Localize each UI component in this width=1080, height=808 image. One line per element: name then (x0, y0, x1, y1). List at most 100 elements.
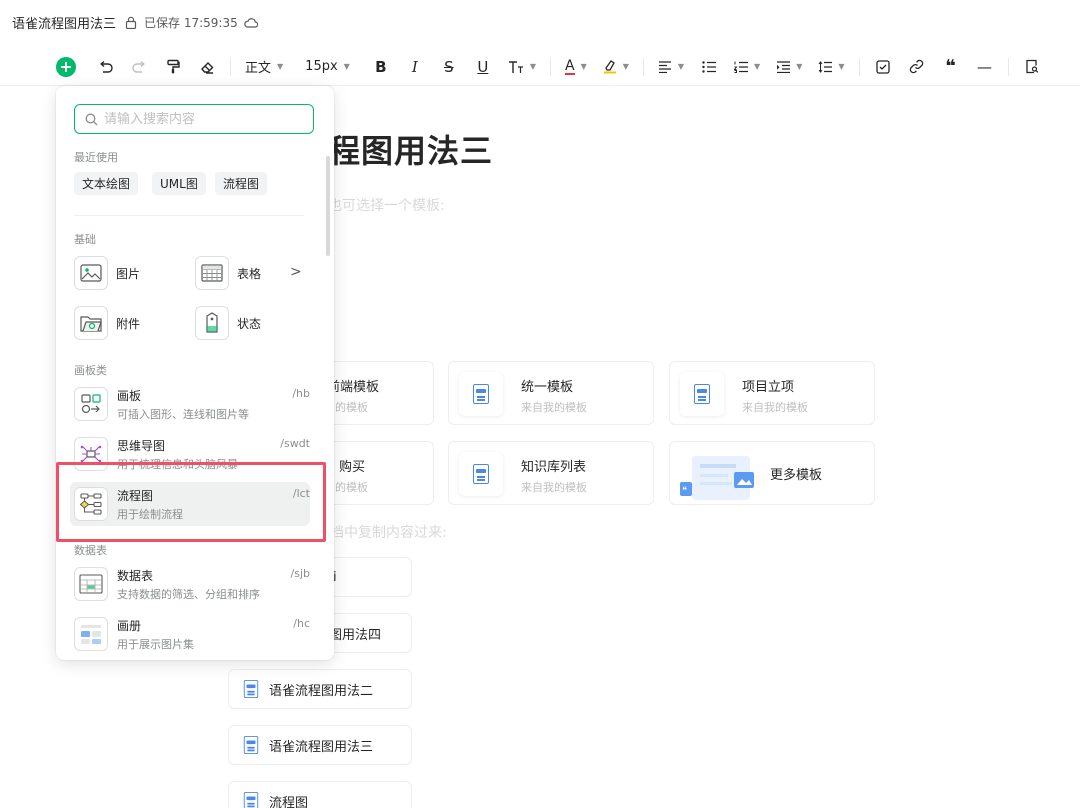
indent-button[interactable]: ▼ (772, 53, 806, 81)
menu-search-box[interactable] (74, 104, 314, 134)
caret-down-icon: ▼ (277, 62, 284, 71)
menu-divider (74, 215, 304, 216)
caret-down-icon: ▼ (796, 62, 803, 71)
font-color-button[interactable]: A ▼ (561, 53, 591, 81)
find-button[interactable] (1019, 53, 1045, 81)
template-source: 的模板 (335, 401, 368, 414)
item-label: 附件 (116, 316, 141, 331)
paint-brush-icon (167, 59, 180, 74)
underline-button[interactable]: U (470, 53, 496, 81)
board-section-label: 画板类 (74, 364, 107, 377)
chevron-right-icon[interactable]: > (290, 264, 302, 280)
insert-datatable-item[interactable]: 数据表 支持数据的筛选、分组和排序 /sjb (70, 562, 310, 606)
template-source: 来自我的模板 (742, 401, 808, 414)
recent-doc-item[interactable]: 流程图 (228, 781, 412, 808)
recent-doc-title: 语雀流程图用法三 (269, 739, 374, 755)
editor-toolbar: + 正文 ▼ 15px ▼ B I S U ▼ A ▼ ▼ ▼ ▼ ▼ ▼ ❝ … (0, 48, 1080, 86)
document-icon (473, 464, 489, 484)
redo-button[interactable] (126, 53, 152, 81)
recent-item-text-drawing[interactable]: 文本绘图 (74, 172, 139, 195)
format-painter-button[interactable] (160, 53, 186, 81)
basic-section-label: 基础 (74, 233, 96, 246)
checkbox-icon (875, 59, 890, 74)
title-bar: 语雀流程图用法三 已保存 17:59:35 (0, 0, 1080, 44)
italic-button[interactable]: I (402, 53, 428, 81)
insert-table-item[interactable]: 表格 (195, 256, 261, 290)
ordered-list-button[interactable]: ▼ (730, 53, 764, 81)
recent-doc-item[interactable]: 语雀流程图用法三 (228, 725, 412, 765)
document-icon (473, 384, 489, 404)
insert-status-item[interactable]: 状态 (195, 306, 261, 340)
insert-attachment-item[interactable]: 附件 (74, 306, 140, 340)
template-card[interactable]: 知识库列表 来自我的模板 (448, 441, 654, 505)
item-title: 画册 (117, 619, 142, 633)
search-input[interactable] (104, 111, 304, 127)
item-title: 思维导图 (117, 439, 166, 453)
line-height-button[interactable]: ▼ (814, 53, 848, 81)
highlight-color-button[interactable]: ▼ (599, 53, 633, 81)
document-title[interactable]: 语雀流程图用法三 (12, 13, 116, 32)
template-name: 统一模板 (521, 380, 574, 395)
clear-format-button[interactable] (194, 53, 220, 81)
template-hint: 也可选择一个模板: (328, 198, 445, 214)
caret-down-icon: ▼ (677, 62, 685, 71)
item-description: 用于绘制流程 (117, 508, 183, 521)
item-title: 数据表 (117, 569, 154, 583)
document-heading[interactable]: 程图用法三 (328, 126, 493, 172)
insert-flowchart-item[interactable]: 流程图 用于绘制流程 /lct (70, 482, 310, 526)
template-card[interactable]: 统一模板 来自我的模板 (448, 361, 654, 425)
text-style-select[interactable]: 正文 ▼ (241, 53, 287, 81)
toolbar-divider (858, 57, 860, 76)
caret-down-icon: ▼ (754, 62, 761, 71)
templates-illustration-icon: ❝ (680, 456, 754, 500)
indent-icon (777, 60, 791, 73)
item-shortcut: /lct (292, 487, 310, 500)
data-section-label: 数据表 (74, 544, 107, 557)
svg-text:❝: ❝ (682, 486, 687, 496)
template-name: 前端模板 (327, 380, 380, 395)
recent-doc-item[interactable]: 语雀流程图用法二 (228, 669, 412, 709)
recent-doc-title: 图用法四 (329, 627, 382, 643)
link-button[interactable] (904, 53, 930, 81)
recent-item-flowchart[interactable]: 流程图 (215, 172, 268, 195)
template-name: 知识库列表 (521, 460, 587, 475)
redo-icon (131, 60, 145, 73)
template-source: 来自我的模板 (521, 401, 587, 414)
highlighter-icon (603, 60, 616, 74)
search-icon (85, 113, 98, 125)
insert-gallery-item[interactable]: 画册 用于展示图片集 /hc (70, 612, 310, 656)
font-color-icon: A (564, 57, 575, 75)
align-button[interactable]: ▼ (654, 53, 688, 81)
lock-icon[interactable] (124, 15, 138, 29)
template-icon (459, 372, 503, 416)
insert-mindmap-item[interactable]: 思维导图 用于梳理信息和头脑风暴 /swdt (70, 432, 310, 476)
text-effects-button[interactable]: ▼ (504, 53, 540, 81)
save-status: 已保存 17:59:35 (144, 15, 238, 30)
undo-button[interactable] (92, 53, 118, 81)
bullet-list-button[interactable] (696, 53, 722, 81)
item-label: 表格 (237, 266, 262, 281)
item-title: 流程图 (117, 489, 154, 503)
insert-whiteboard-item[interactable]: 画板 可插入图形、连线和图片等 /hb (70, 382, 310, 426)
item-description: 支持数据的筛选、分组和排序 (117, 588, 260, 601)
insert-button[interactable]: + (56, 56, 76, 77)
insert-image-item[interactable]: 图片 (74, 256, 140, 290)
eraser-icon (200, 61, 213, 74)
recent-doc-title: 流程图 (269, 795, 309, 808)
template-name: 项目立项 (742, 380, 795, 395)
item-shortcut: /swdt (280, 437, 310, 450)
font-size-select[interactable]: 15px ▼ (301, 53, 354, 81)
item-label: 状态 (237, 316, 262, 331)
recent-item-uml[interactable]: UML图 (152, 172, 206, 195)
caret-down-icon: ▼ (580, 62, 587, 71)
bold-button[interactable]: B (368, 53, 394, 81)
gallery-icon (74, 617, 108, 651)
strikethrough-button[interactable]: S (436, 53, 462, 81)
more-templates-card[interactable]: ❝ 更多模板 (669, 441, 875, 505)
quote-button[interactable]: ❝ (938, 53, 964, 81)
task-list-button[interactable] (870, 53, 896, 81)
template-card[interactable]: 项目立项 来自我的模板 (669, 361, 875, 425)
menu-scrollbar[interactable] (326, 156, 330, 256)
horizontal-rule-button[interactable]: — (972, 53, 998, 81)
item-shortcut: /hb (292, 387, 310, 400)
